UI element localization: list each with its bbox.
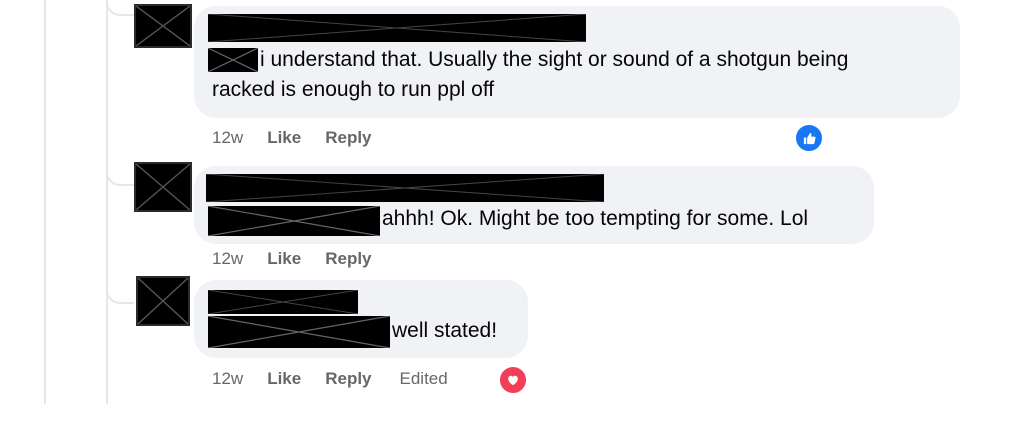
avatar[interactable] (134, 162, 192, 212)
reply-button[interactable]: Reply (325, 369, 371, 389)
redacted-mention[interactable] (208, 316, 390, 348)
like-button[interactable]: Like (267, 369, 301, 389)
comment-actions: 12w Like Reply (212, 128, 372, 148)
edited-label[interactable]: Edited (400, 369, 448, 389)
love-reaction-icon[interactable] (498, 365, 528, 395)
comment-text-line-2: racked is enough to run ppl off (212, 78, 495, 101)
comment-actions: 12w Like Reply (212, 249, 372, 269)
comment-bubble: well stated! (194, 280, 528, 358)
redacted-author-name[interactable] (208, 14, 586, 42)
comment-bubble: i understand that. Usually the sight or … (194, 6, 960, 118)
like-button[interactable]: Like (267, 249, 301, 269)
redacted-avatar-icon (136, 164, 190, 210)
comment-text: well stated! (392, 319, 498, 342)
redacted-mention[interactable] (208, 48, 258, 72)
reply-connector (106, 268, 134, 304)
reply-button[interactable]: Reply (325, 249, 371, 269)
like-reaction-icon[interactable] (794, 123, 824, 153)
like-button[interactable]: Like (267, 128, 301, 148)
comment-text: ahhh! Ok. Might be too tempting for some… (382, 207, 809, 230)
reply-connector (106, 0, 134, 16)
redacted-mention[interactable] (208, 206, 380, 236)
reply-button[interactable]: Reply (325, 128, 371, 148)
comment-timestamp[interactable]: 12w (212, 249, 243, 269)
redacted-author-name[interactable] (206, 174, 604, 202)
outer-thread-line (44, 0, 46, 404)
comment-timestamp[interactable]: 12w (212, 128, 243, 148)
comment-actions: 12w Like Reply Edited (212, 369, 448, 389)
redacted-avatar-icon (136, 6, 190, 46)
avatar[interactable] (136, 276, 190, 326)
comment-timestamp[interactable]: 12w (212, 369, 243, 389)
comment-text: i understand that. Usually the sight or … (260, 48, 849, 71)
reply-connector (106, 150, 134, 186)
avatar[interactable] (134, 4, 192, 48)
redacted-author-name[interactable] (208, 290, 358, 314)
comment-bubble: ahhh! Ok. Might be too tempting for some… (194, 166, 874, 244)
redacted-avatar-icon (138, 278, 188, 324)
inner-thread-line (106, 0, 108, 404)
